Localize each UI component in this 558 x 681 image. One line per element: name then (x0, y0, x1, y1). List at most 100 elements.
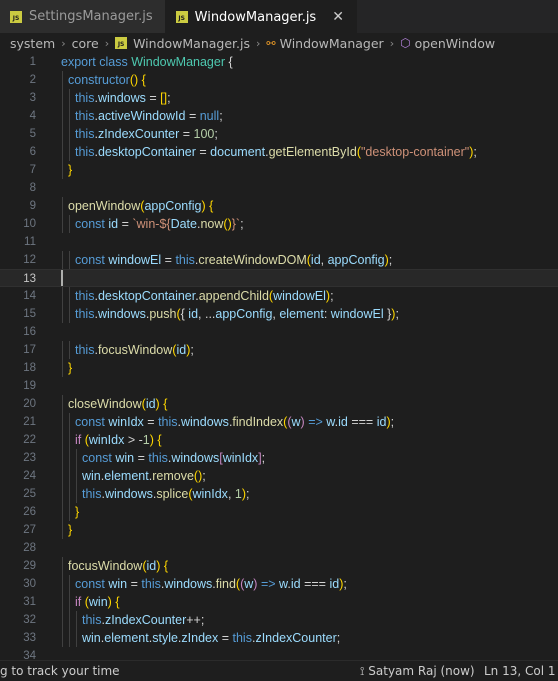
code-text: this.desktopContainer.appendChild(window… (75, 289, 334, 303)
code-line[interactable]: 6 this.desktopContainer = document.getEle… (0, 143, 558, 161)
code-line[interactable]: 24 win.element.remove(); (0, 467, 558, 485)
code-line[interactable]: 27} (0, 521, 558, 539)
method-symbol-icon: ⬡ (400, 36, 411, 50)
code-text: this.desktopContainer = document.getElem… (75, 145, 477, 159)
code-line[interactable]: 29 focusWindow(id) { (0, 557, 558, 575)
line-number: 12 (23, 254, 36, 266)
text-cursor (61, 270, 63, 286)
line-number: 21 (23, 416, 36, 428)
code-line[interactable]: 33 win.element.style.zIndex = this.zIndex… (0, 629, 558, 647)
indent-guide (69, 449, 70, 467)
code-line[interactable]: 25 this.windows.splice(winIdx, 1); (0, 485, 558, 503)
line-number: 11 (24, 236, 36, 248)
indent-guide (62, 449, 63, 467)
status-cursor-position[interactable]: Ln 13, Col 1 (484, 664, 556, 678)
indent-guide (69, 467, 70, 485)
indent-guide (69, 125, 70, 143)
code-text: focusWindow(id) { (68, 559, 169, 573)
breadcrumb-item-class[interactable]: WindowManager (280, 36, 384, 51)
code-line[interactable]: 10 const id = `win-${Date.now()}`; (0, 215, 558, 233)
line-number: 26 (23, 506, 36, 518)
code-line[interactable]: 22 if (winIdx > -1) { (0, 431, 558, 449)
code-text: const win = this.windows.find((w) => w.i… (75, 577, 347, 591)
code-line[interactable]: 32 this.zIndexCounter++; (0, 611, 558, 629)
code-line[interactable]: 26} (0, 503, 558, 521)
code-text: const id = `win-${Date.now()}`; (75, 217, 244, 231)
breadcrumb-item-method[interactable]: openWindow (415, 36, 495, 51)
indent-guide (62, 251, 63, 269)
indent-guide (62, 287, 63, 305)
code-text: } (68, 361, 73, 375)
code-text: openWindow(appConfig) { (68, 199, 214, 213)
breadcrumb-item-file[interactable]: WindowManager.js (133, 36, 250, 51)
indent-guide (62, 593, 63, 611)
code-line[interactable]: 3 this.windows = []; (0, 89, 558, 107)
indent-guide (62, 575, 63, 593)
breadcrumb-item-system[interactable]: system (10, 36, 55, 51)
code-line[interactable]: 4 this.activeWindowId = null; (0, 107, 558, 125)
code-line[interactable]: 17 this.focusWindow(id); (0, 341, 558, 359)
status-time-tracking[interactable]: g to track your time (0, 664, 120, 678)
tab-label: SettingsManager.js (29, 9, 153, 24)
code-line[interactable]: 19 (0, 377, 558, 395)
chevron-right-icon: › (61, 36, 66, 50)
tab-settings-manager[interactable]: JS SettingsManager.js (0, 0, 166, 33)
breadcrumb-item-core[interactable]: core (72, 36, 99, 51)
line-number: 4 (29, 110, 36, 122)
line-number: 33 (23, 632, 36, 644)
code-line[interactable]: 31 if (win) { (0, 593, 558, 611)
indent-guide (76, 611, 77, 629)
code-line[interactable]: 13 (0, 269, 558, 287)
code-line[interactable]: 8 (0, 179, 558, 197)
indent-guide (69, 431, 70, 449)
code-line[interactable]: 18} (0, 359, 558, 377)
code-line[interactable]: 1 export class WindowManager { (0, 53, 558, 71)
code-line[interactable]: 21 const winIdx = this.windows.findIndex(… (0, 413, 558, 431)
status-git-blame[interactable]: ⟟ Satyam Raj (now) (360, 664, 475, 679)
js-file-icon: JS (10, 10, 22, 23)
code-text: constructor() { (68, 73, 146, 87)
line-number: 10 (23, 218, 36, 230)
indent-guide (69, 89, 70, 107)
code-line[interactable]: 9 openWindow(appConfig) { (0, 197, 558, 215)
indent-guide (62, 125, 63, 143)
js-file-icon: JS (115, 37, 128, 49)
code-line[interactable]: 5 this.zIndexCounter = 100; (0, 125, 558, 143)
line-number: 30 (23, 578, 36, 590)
code-line[interactable]: 20 closeWindow(id) { (0, 395, 558, 413)
tab-window-manager[interactable]: JS WindowManager.js ✕ (165, 0, 357, 33)
close-icon[interactable]: ✕ (332, 9, 344, 25)
code-line[interactable]: 11 (0, 233, 558, 251)
code-line[interactable]: 34 (0, 647, 558, 660)
code-line[interactable]: 30 const win = this.windows.find((w) => w… (0, 575, 558, 593)
line-number: 27 (23, 524, 36, 536)
indent-guide (62, 359, 63, 377)
line-number: 19 (23, 380, 36, 392)
line-number: 24 (23, 470, 36, 482)
code-line[interactable]: 16 (0, 323, 558, 341)
chevron-right-icon: › (389, 36, 395, 50)
indent-guide (76, 467, 77, 485)
indent-guide (62, 107, 63, 125)
code-editor[interactable]: 1 export class WindowManager {2 constructo… (0, 53, 558, 660)
code-line[interactable]: 15 this.windows.push({ id, ...appConfig, … (0, 305, 558, 323)
indent-guide (69, 485, 70, 503)
line-number: 15 (23, 308, 36, 320)
code-line[interactable]: 23 const win = this.windows[winIdx]; (0, 449, 558, 467)
line-number: 25 (23, 488, 36, 500)
code-text: this.zIndexCounter = 100; (75, 127, 218, 141)
indent-guide (76, 629, 77, 647)
code-line[interactable]: 28 (0, 539, 558, 557)
indent-guide (69, 629, 70, 647)
indent-guide (69, 575, 70, 593)
code-line[interactable]: 12 const windowEl = this.createWindowDOM(… (0, 251, 558, 269)
code-line[interactable]: 14 this.desktopContainer.appendChild(wind… (0, 287, 558, 305)
tab-label: WindowManager.js (194, 9, 317, 25)
code-text: } (75, 505, 80, 519)
line-number: 5 (29, 128, 36, 140)
line-number: 28 (23, 542, 36, 554)
line-number: 16 (23, 326, 36, 338)
code-line[interactable]: 2 constructor() { (0, 71, 558, 89)
code-line[interactable]: 7} (0, 161, 558, 179)
indent-guide (62, 629, 63, 647)
